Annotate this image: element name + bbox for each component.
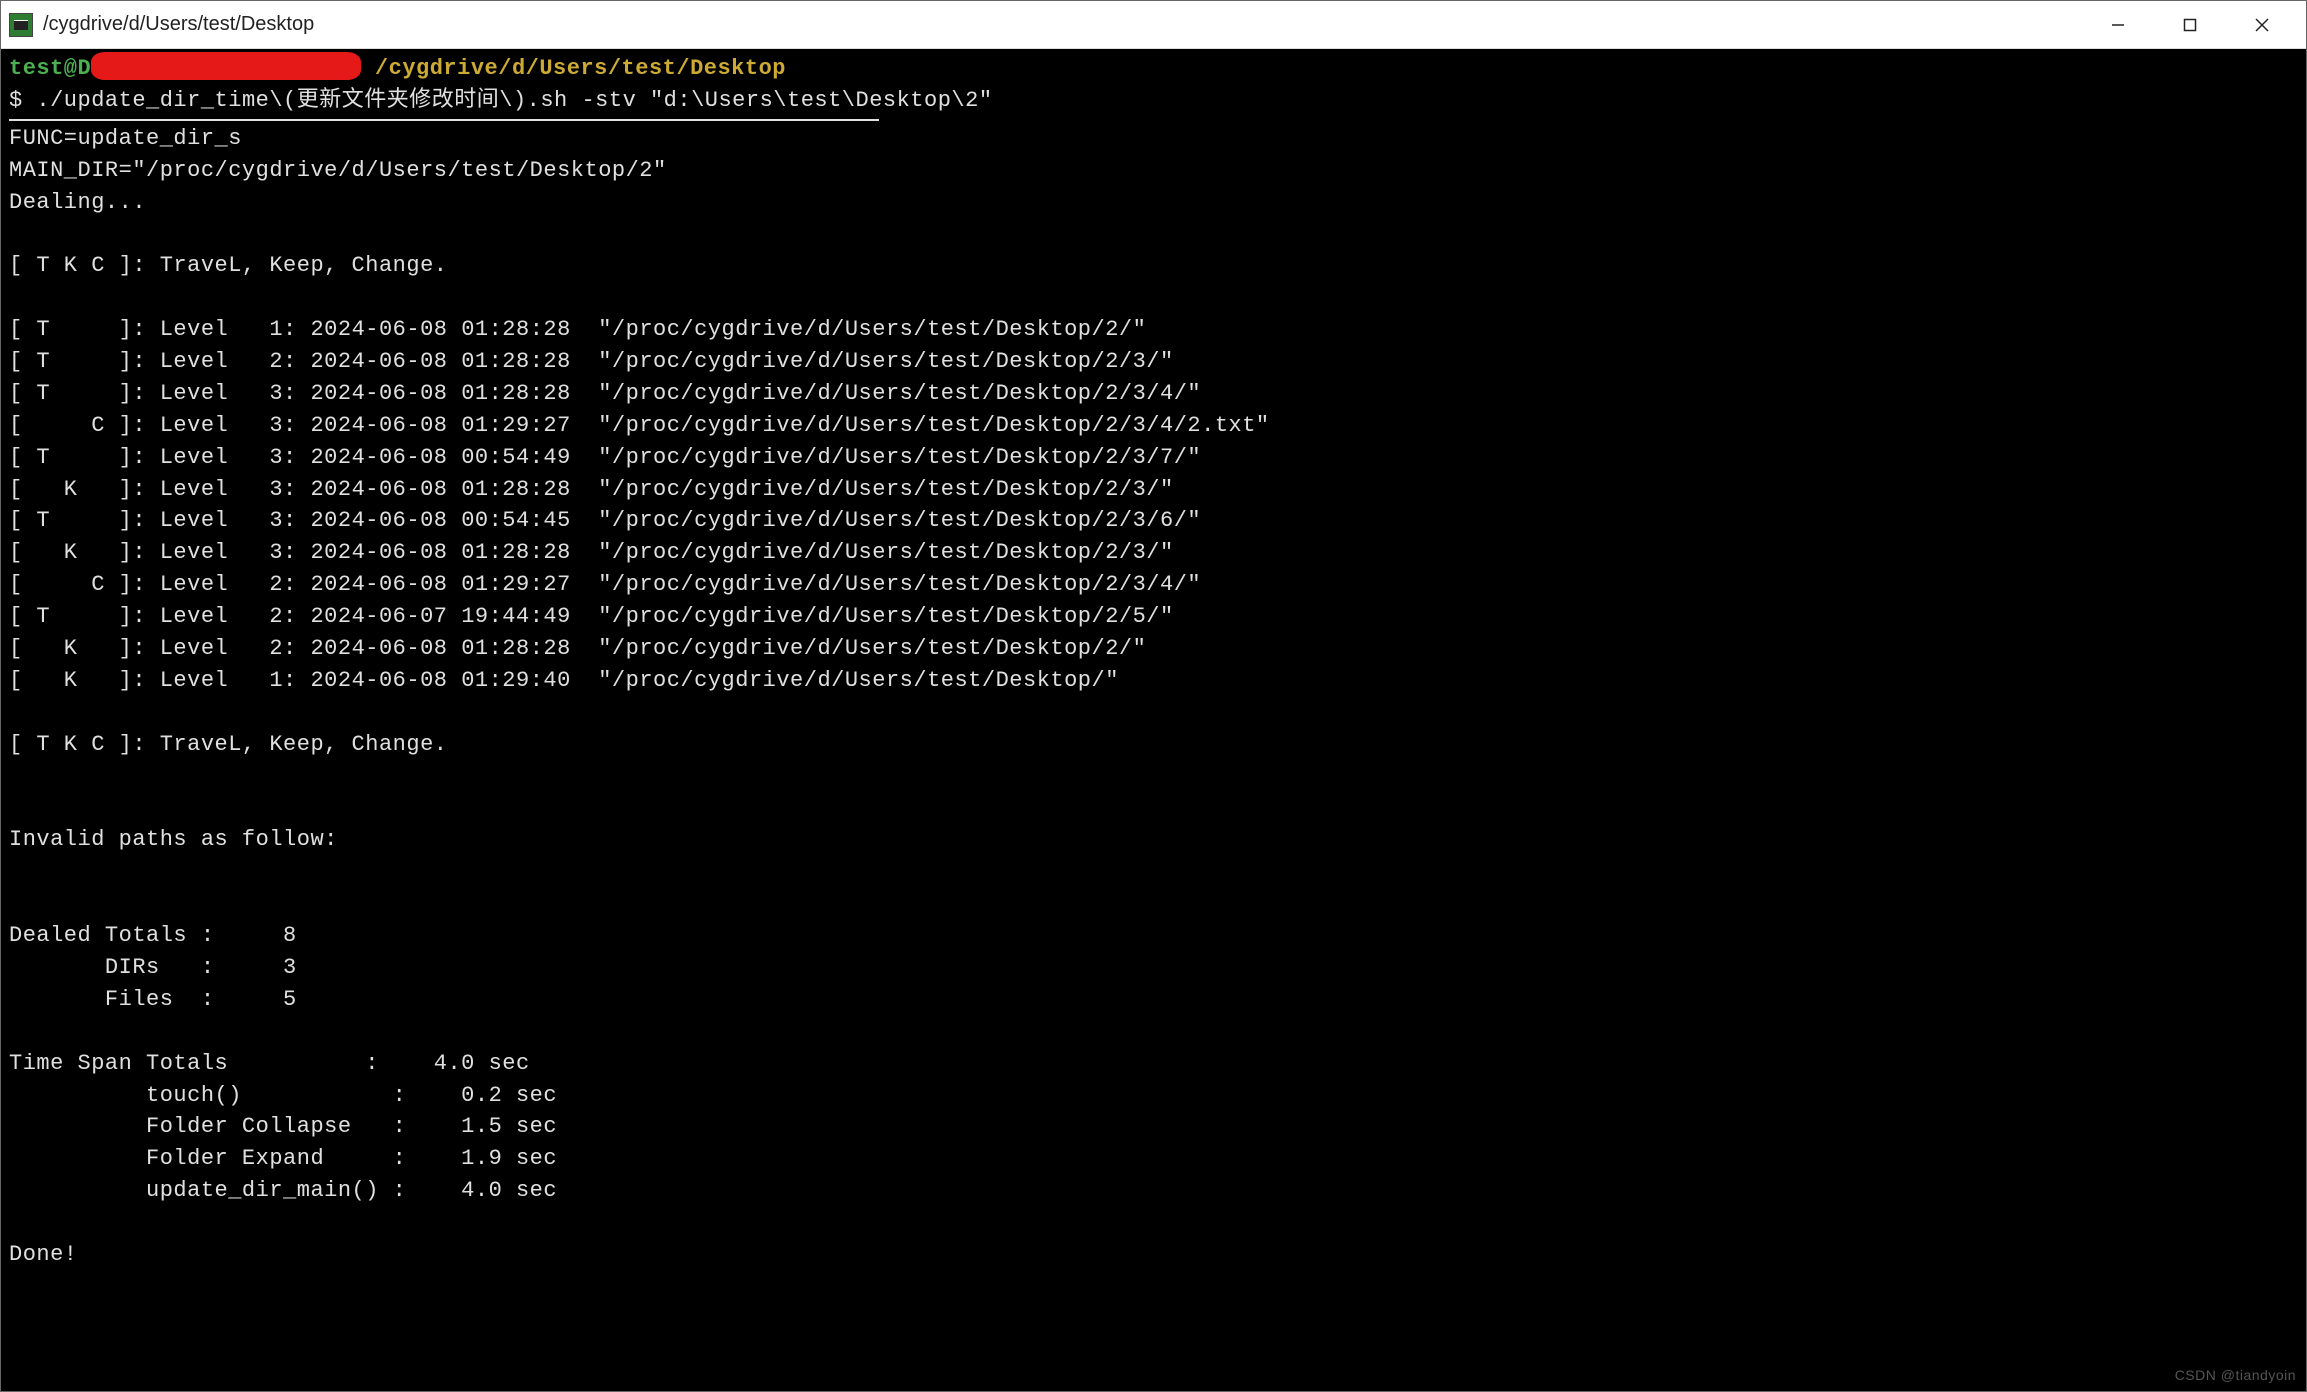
legend-line-2: [ T K C ]: TraveL, Keep, Change. xyxy=(9,732,447,757)
summary-dirs: DIRs : 3 xyxy=(9,955,297,980)
prompt-symbol: $ xyxy=(9,88,23,113)
timing-total: Time Span Totals : 4.0 sec xyxy=(9,1051,530,1076)
watermark: CSDN @tiandyoin xyxy=(2175,1365,2296,1385)
timing-expand: Folder Expand : 1.9 sec xyxy=(9,1146,557,1171)
output-row: [ T ]: Level 2: 2024-06-08 01:28:28 "/pr… xyxy=(9,349,1174,374)
done-line: Done! xyxy=(9,1242,78,1267)
timing-touch: touch() : 0.2 sec xyxy=(9,1083,557,1108)
output-row: [ T ]: Level 1: 2024-06-08 01:28:28 "/pr… xyxy=(9,317,1146,342)
minimize-button[interactable] xyxy=(2082,1,2154,49)
terminal-icon xyxy=(9,13,33,37)
redacted-hostname xyxy=(91,52,361,80)
output-row: [ T ]: Level 2: 2024-06-07 19:44:49 "/pr… xyxy=(9,604,1174,629)
prompt-user: test@D xyxy=(9,56,91,81)
dealing-line: Dealing... xyxy=(9,190,146,215)
legend-line: [ T K C ]: TraveL, Keep, Change. xyxy=(9,253,447,278)
output-row: [ T ]: Level 3: 2024-06-08 00:54:49 "/pr… xyxy=(9,445,1201,470)
command-text: ./update_dir_time\(更新文件夹修改时间\).sh -stv "… xyxy=(36,88,992,113)
output-row: [ K ]: Level 3: 2024-06-08 01:28:28 "/pr… xyxy=(9,477,1174,502)
terminal-body[interactable]: test@D /cygdrive/d/Users/test/Desktop $ … xyxy=(1,49,2306,1391)
close-button[interactable] xyxy=(2226,1,2298,49)
output-row: [ C ]: Level 2: 2024-06-08 01:29:27 "/pr… xyxy=(9,572,1201,597)
titlebar[interactable]: /cygdrive/d/Users/test/Desktop xyxy=(1,1,2306,49)
func-line: FUNC=update_dir_s xyxy=(9,126,242,151)
prompt-path: /cygdrive/d/Users/test/Desktop xyxy=(375,56,786,81)
summary-files: Files : 5 xyxy=(9,987,297,1012)
window-title: /cygdrive/d/Users/test/Desktop xyxy=(43,13,2082,36)
timing-main: update_dir_main() : 4.0 sec xyxy=(9,1178,557,1203)
invalid-paths-header: Invalid paths as follow: xyxy=(9,827,338,852)
output-row: [ K ]: Level 2: 2024-06-08 01:28:28 "/pr… xyxy=(9,636,1146,661)
terminal-window: /cygdrive/d/Users/test/Desktop test@D /c… xyxy=(0,0,2307,1392)
output-row: [ T ]: Level 3: 2024-06-08 00:54:45 "/pr… xyxy=(9,508,1201,533)
separator-line xyxy=(9,119,879,121)
output-row: [ C ]: Level 3: 2024-06-08 01:29:27 "/pr… xyxy=(9,413,1270,438)
window-controls xyxy=(2082,1,2298,49)
output-row: [ K ]: Level 3: 2024-06-08 01:28:28 "/pr… xyxy=(9,540,1174,565)
summary-totals: Dealed Totals : 8 xyxy=(9,923,297,948)
maximize-button[interactable] xyxy=(2154,1,2226,49)
timing-collapse: Folder Collapse : 1.5 sec xyxy=(9,1114,557,1139)
main-dir-line: MAIN_DIR="/proc/cygdrive/d/Users/test/De… xyxy=(9,158,667,183)
output-row: [ T ]: Level 3: 2024-06-08 01:28:28 "/pr… xyxy=(9,381,1201,406)
output-row: [ K ]: Level 1: 2024-06-08 01:29:40 "/pr… xyxy=(9,668,1119,693)
